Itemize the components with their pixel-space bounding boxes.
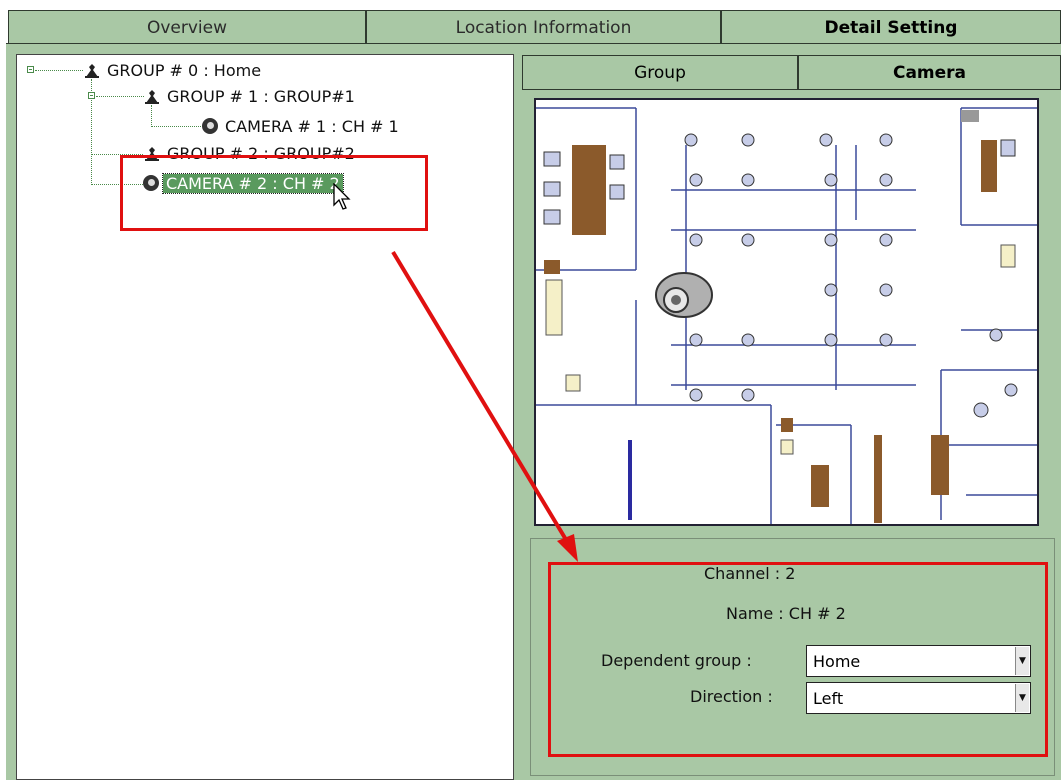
annotation-arrow [391, 250, 578, 562]
